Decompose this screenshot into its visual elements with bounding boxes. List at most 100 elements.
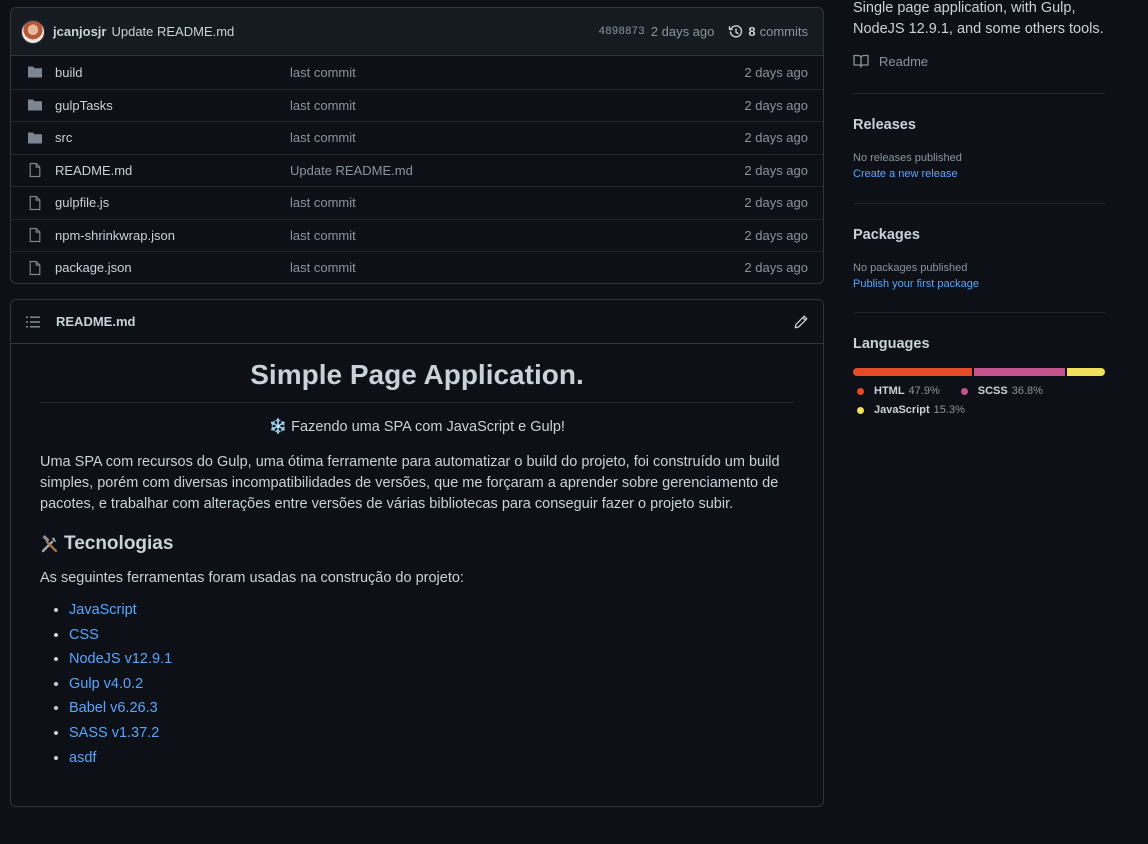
pencil-icon[interactable] [793, 314, 809, 330]
file-age: 2 days ago [744, 227, 808, 243]
commits-history-link[interactable]: 8 commits [728, 24, 808, 40]
folder-icon [28, 66, 42, 78]
tech-list-item: NodeJS v12.9.1 [69, 647, 794, 672]
file-icon [29, 228, 41, 243]
avatar[interactable] [21, 19, 45, 44]
file-row[interactable]: src last commit 2 days ago [11, 121, 823, 154]
file-browser: jcanjosjr Update README.md 4898873 2 day… [10, 7, 824, 284]
tech-heading: Tecnologias [40, 533, 794, 555]
file-age: 2 days ago [744, 130, 808, 146]
readme-sidebar-label: Readme [879, 53, 929, 69]
latest-commit-bar: jcanjosjr Update README.md 4898873 2 day… [11, 8, 823, 56]
readme-filename-link[interactable]: README.md [56, 314, 135, 329]
list-unordered-icon[interactable] [25, 314, 41, 330]
file-icon [29, 163, 41, 178]
tech-link[interactable]: SASS v1.37.2 [69, 725, 159, 741]
file-commit-link[interactable]: Update README.md [290, 163, 744, 178]
tech-intro: As seguintes ferramentas foram usadas na… [40, 570, 464, 586]
commit-count: 8 [748, 24, 756, 39]
tech-list: JavaScript CSS NodeJS v12.9.1 Gulp v4.0.2 Ba… [40, 598, 794, 770]
file-row[interactable]: gulpTasks last commit 2 days ago [11, 88, 823, 122]
tech-link[interactable]: NodeJS v12.9.1 [69, 651, 172, 667]
tech-link[interactable]: CSS [69, 627, 99, 643]
releases-status: No releases published [853, 152, 962, 164]
language-bar-segment[interactable] [853, 368, 972, 376]
language-name: JavaScript [874, 404, 930, 416]
commit-author-link[interactable]: jcanjosjr [53, 24, 106, 39]
file-row[interactable]: npm-shrinkwrap.json last commit 2 days ago [11, 218, 823, 252]
readme-sidebar-link[interactable]: Readme [853, 53, 1105, 69]
language-dot [857, 406, 864, 414]
language-item[interactable]: HTML 47.9% [853, 385, 940, 397]
readme-subtitle: ❄️ Fazendo uma SPA com JavaScript e Gulp… [269, 419, 565, 435]
file-name-link[interactable]: gulpfile.js [55, 195, 290, 210]
languages-heading: Languages [853, 336, 930, 352]
language-percent: 47.9% [908, 385, 940, 397]
file-commit-link[interactable]: last commit [290, 195, 744, 210]
file-name-link[interactable]: package.json [55, 260, 290, 275]
tech-link[interactable]: JavaScript [69, 602, 137, 618]
folder-icon [28, 132, 42, 144]
commit-meta: 4898873 2 days ago 8 commits [599, 24, 808, 40]
tech-list-item: JavaScript [69, 598, 794, 623]
tech-list-item: Gulp v4.0.2 [69, 672, 794, 697]
file-age: 2 days ago [744, 97, 808, 113]
file-age: 2 days ago [744, 64, 808, 80]
folder-icon [28, 99, 42, 111]
commit-sha-link[interactable]: 4898873 [599, 26, 645, 38]
commit-age: 2 days ago [650, 24, 715, 39]
readme-panel: README.md Simple Page Application. ❄️ Fa… [10, 299, 824, 807]
packages-heading-link[interactable]: Packages [853, 227, 1105, 243]
language-name: HTML [874, 385, 905, 397]
file-name-link[interactable]: build [55, 65, 290, 80]
file-name-link[interactable]: gulpTasks [55, 98, 290, 113]
languages-section: Languages HTML 47.9% SCSS 36.8% JavaScript 15… [853, 336, 1105, 423]
file-commit-link[interactable]: last commit [290, 65, 744, 80]
language-bar-segment[interactable] [973, 368, 1066, 376]
file-row[interactable]: README.md Update README.md 2 days ago [11, 153, 823, 187]
file-commit-link[interactable]: last commit [290, 98, 744, 113]
create-release-link[interactable]: Create a new release [853, 168, 1105, 180]
divider [853, 203, 1105, 204]
file-row[interactable]: gulpfile.js last commit 2 days ago [11, 186, 823, 219]
releases-heading-link[interactable]: Releases [853, 117, 1105, 133]
file-age: 2 days ago [744, 260, 808, 276]
tech-list-item: Babel v6.26.3 [69, 696, 794, 721]
divider [853, 93, 1105, 94]
repo-sidebar: Single page application, with Gulp, Node… [853, 0, 1105, 423]
file-commit-link[interactable]: last commit [290, 228, 744, 243]
languages-bar [853, 368, 1105, 376]
file-name-link[interactable]: npm-shrinkwrap.json [55, 228, 290, 243]
language-bar-segment[interactable] [1067, 368, 1105, 376]
releases-section: Releases No releases published Create a … [853, 117, 1105, 180]
language-percent: 15.3% [933, 404, 965, 416]
publish-package-link[interactable]: Publish your first package [853, 278, 1105, 290]
hammer-wrench-icon [41, 535, 58, 553]
readme-intro: Uma SPA com recursos do Gulp, uma ótima … [40, 454, 780, 512]
tech-link[interactable]: asdf [69, 750, 96, 766]
file-row[interactable]: package.json last commit 2 days ago [11, 251, 823, 283]
languages-list: HTML 47.9% SCSS 36.8% JavaScript 15.3% [853, 385, 1105, 423]
tech-link[interactable]: Babel v6.26.3 [69, 700, 158, 716]
file-commit-link[interactable]: last commit [290, 130, 744, 145]
file-list: build last commit 2 days ago gulpTasks last … [11, 56, 823, 283]
packages-section: Packages No packages published Publish y… [853, 227, 1105, 290]
language-percent: 36.8% [1011, 385, 1043, 397]
file-row[interactable]: build last commit 2 days ago [11, 56, 823, 89]
file-name-link[interactable]: README.md [55, 163, 290, 178]
file-icon [29, 260, 41, 275]
file-commit-link[interactable]: last commit [290, 260, 744, 275]
file-name-link[interactable]: src [55, 130, 290, 145]
language-dot [857, 387, 864, 395]
commit-message-link[interactable]: Update README.md [111, 24, 234, 39]
divider [853, 312, 1105, 313]
language-item[interactable]: JavaScript 15.3% [853, 404, 965, 416]
language-dot [960, 387, 968, 395]
tech-link[interactable]: Gulp v4.0.2 [69, 676, 143, 692]
commits-label: commits [759, 24, 808, 39]
language-item[interactable]: SCSS 36.8% [957, 385, 1043, 397]
readme-content: Simple Page Application. ❄️ Fazendo uma … [11, 344, 823, 770]
readme-header: README.md [11, 300, 823, 344]
history-icon [729, 24, 743, 38]
tech-list-item: CSS [69, 623, 794, 648]
